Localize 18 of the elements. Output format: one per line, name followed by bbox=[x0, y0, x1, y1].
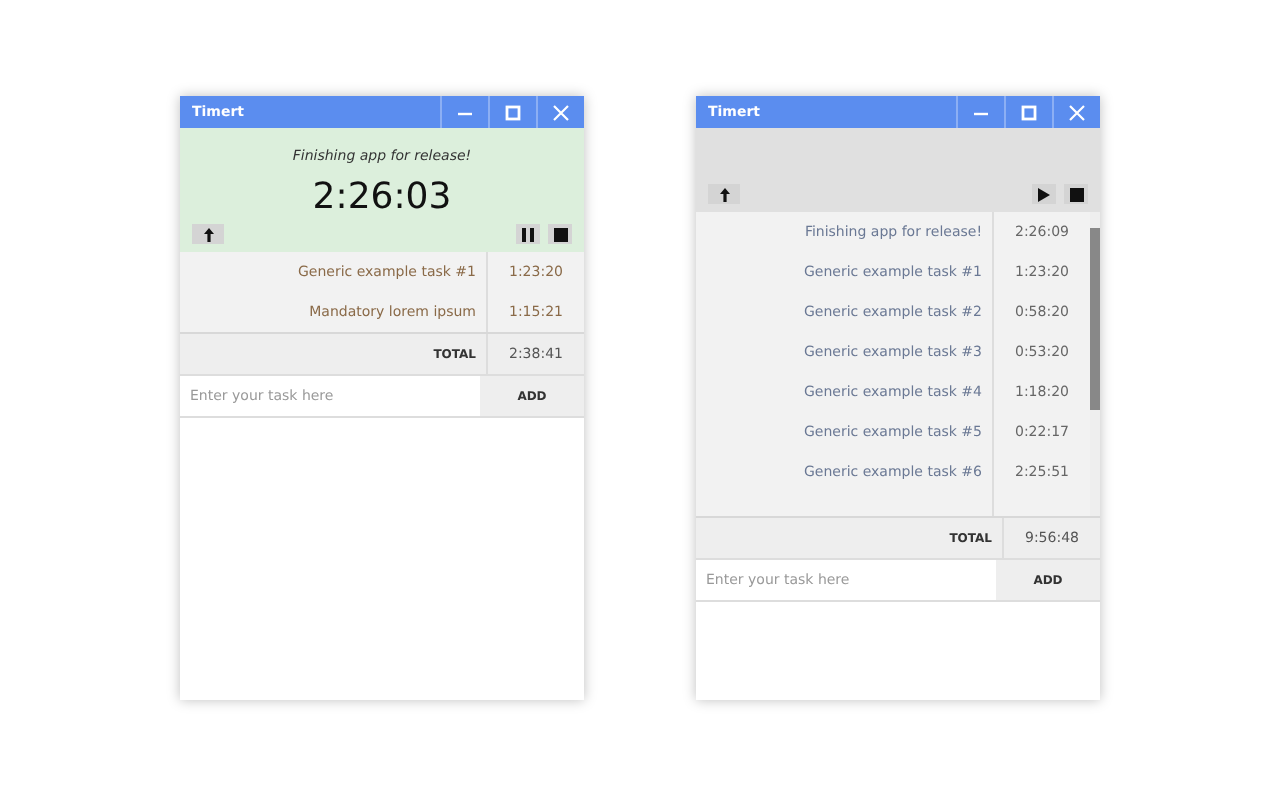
stop-button[interactable] bbox=[1064, 184, 1088, 204]
upload-button[interactable] bbox=[192, 224, 224, 244]
up-arrow-icon bbox=[203, 227, 213, 241]
close-icon bbox=[1068, 103, 1086, 121]
pause-button[interactable] bbox=[516, 224, 540, 244]
close-icon bbox=[552, 103, 570, 121]
restore-icon bbox=[504, 103, 522, 121]
timer-display: 2:26:03 bbox=[310, 180, 454, 216]
upload-button[interactable] bbox=[708, 184, 740, 204]
pause-icon bbox=[522, 227, 534, 241]
stop-icon bbox=[553, 227, 567, 241]
play-icon bbox=[1038, 187, 1050, 201]
stop-button[interactable] bbox=[548, 224, 572, 244]
play-button[interactable] bbox=[1032, 184, 1056, 204]
scrollbar[interactable] bbox=[1090, 212, 1100, 516]
restore-icon bbox=[1020, 103, 1038, 121]
stop-icon bbox=[1069, 187, 1083, 201]
up-arrow-icon bbox=[719, 187, 729, 201]
